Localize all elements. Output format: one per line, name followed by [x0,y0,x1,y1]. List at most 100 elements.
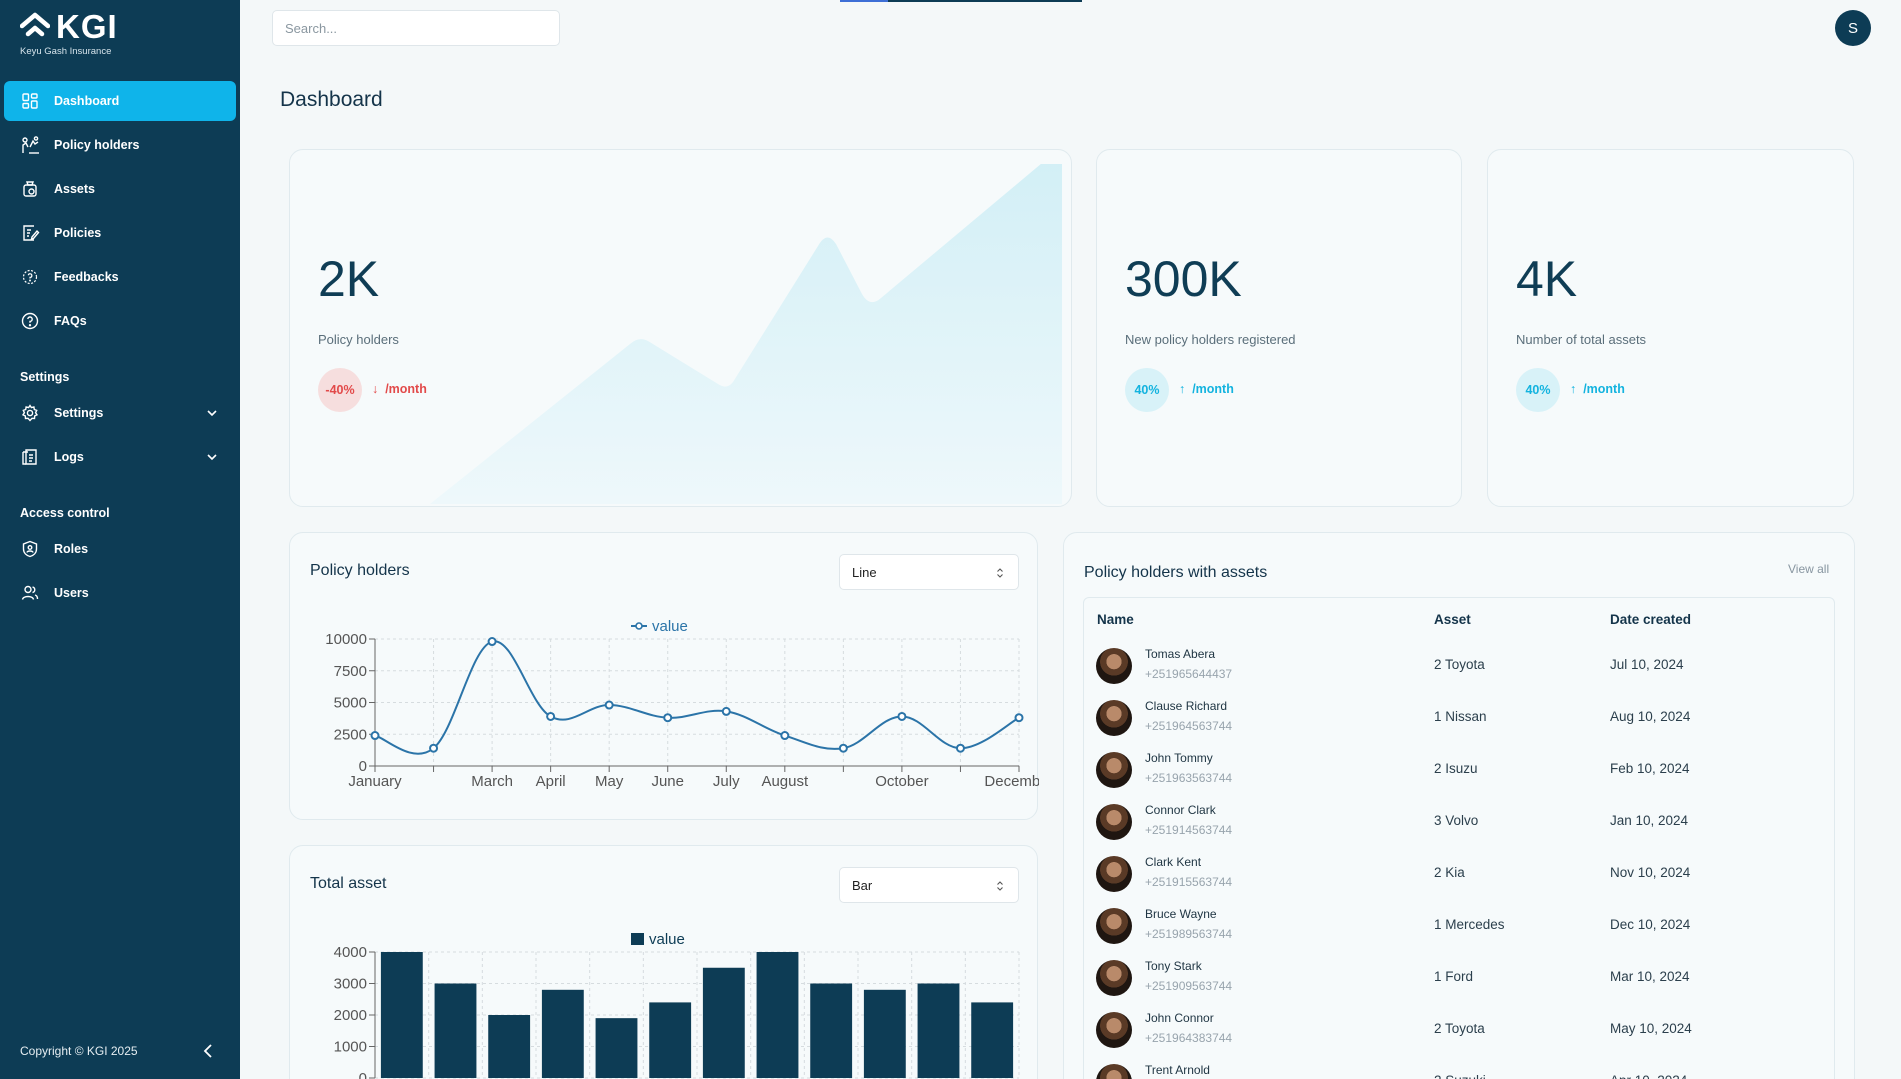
bar [488,1015,531,1078]
bar [649,1002,692,1078]
assets-icon [23,181,37,197]
date-cell: Apr 10, 2024 [1610,1073,1687,1079]
sidebar-item-label: Feedbacks [54,270,119,284]
search-input[interactable] [272,10,560,46]
legend-label: value [649,931,685,948]
asset-cell: 1 Nissan [1434,709,1487,724]
x-tick-label: June [651,773,684,790]
sidebar-item-policies[interactable]: Policies [4,213,236,253]
user-avatar[interactable]: S [1835,10,1871,46]
bar-chart: 0 1000 2000 3000 4000 value [334,931,1020,1079]
avatar [1096,856,1132,892]
avatar [1096,1064,1132,1079]
brand-name: KGI [56,8,118,45]
data-point [604,700,614,710]
asset-cell: 2 Suzuki [1434,1073,1486,1079]
holder-phone: +251914563744 [1145,823,1233,837]
date-cell: Dec 10, 2024 [1610,917,1691,932]
data-point [955,743,965,753]
y-tick-label: 5000 [334,695,367,712]
collapse-sidebar-icon[interactable] [198,1040,218,1062]
bar [380,952,423,1078]
page-loading-bar [840,0,1082,2]
date-cell: May 10, 2024 [1610,1021,1692,1036]
trend-indicator: ↓ /month [372,382,427,396]
table-row[interactable]: Clark Kent +251915563744 2 Kia Nov 10, 2024 [1084,851,1834,903]
table-row[interactable]: Connor Clark +251914563744 3 Volvo Jan 10, … [1084,799,1834,851]
bar [541,989,584,1078]
sidebar-item-label: Policies [54,226,102,240]
sidebar-item-label: Assets [54,182,95,196]
table-row[interactable]: Trent Arnold 2 Suzuki Apr 10, 2024 [1084,1059,1834,1079]
sidebar-item-faqs[interactable]: FAQs [4,301,236,341]
trend-indicator: ↑ /month [1570,382,1625,396]
bar [756,952,799,1078]
holder-phone: +251915563744 [1145,875,1233,889]
sidebar-item-label: FAQs [54,314,87,328]
sidebar-item-settings[interactable]: Settings [4,393,236,433]
y-tick-label: 0 [359,1070,367,1079]
settings-section-heading: Settings [20,370,70,384]
policies-icon [23,225,40,241]
logs-icon [22,449,37,465]
holder-name: Tony Stark [1145,959,1202,973]
sidebar-item-logs[interactable]: Logs [4,437,236,477]
bar [595,1018,638,1078]
change-badge: 40% [1516,368,1560,412]
x-tick-label: May [595,773,624,790]
asset-cell: 2 Toyota [1434,657,1485,672]
stat-value: 300K [1125,251,1242,307]
asset-cell: 2 Kia [1434,865,1465,880]
trend-period: /month [1583,382,1625,396]
trend-period: /month [385,382,427,396]
view-all-link[interactable]: View all [1788,562,1829,576]
brand-logo[interactable]: KGI Keyu Gash Insurance [20,10,200,58]
holder-name: John Tommy [1145,751,1213,765]
avatar [1096,908,1132,944]
policy-holders-chart-card: Policy holders Line 0 2500 5000 7500 10000 Ja… [289,532,1039,820]
table-row[interactable]: Bruce Wayne +251989563744 1 Mercedes Dec 10… [1084,903,1834,955]
holder-name: John Connor [1145,1011,1214,1025]
holder-name: Trent Arnold [1145,1063,1210,1077]
avatar [1096,752,1132,788]
sidebar-item-feedbacks[interactable]: Feedbacks [4,257,236,297]
trend-indicator: ↑ /month [1179,382,1234,396]
data-point [663,713,673,723]
decorative-area-chart [430,164,1062,504]
bar [863,989,906,1078]
table-row[interactable]: John Tommy +251963563744 2 Isuzu Feb 10, 20… [1084,747,1834,799]
table-row[interactable]: John Connor +251964383744 2 Toyota May 10, … [1084,1007,1834,1059]
data-point [429,743,439,753]
y-tick-label: 7500 [334,663,367,680]
arrow-down-icon: ↓ [372,382,379,396]
x-tick-label: October [875,773,928,790]
change-badge: 40% [1125,368,1169,412]
x-tick-label: March [471,773,513,790]
column-header-date: Date created [1610,612,1692,627]
sidebar-item-label: Logs [54,450,84,464]
change-badge: -40% [318,368,362,412]
sidebar-item-users[interactable]: Users [4,573,236,613]
sidebar-item-roles[interactable]: Roles [4,529,236,569]
y-tick-label: 1000 [334,1039,367,1056]
table-row[interactable]: Tomas Abera +251965644437 2 Toyota Jul 10, … [1084,643,1834,695]
column-header-name: Name [1097,612,1134,627]
stat-label: Number of total assets [1516,332,1647,347]
asset-cell: 3 Volvo [1434,813,1479,828]
sidebar-item-assets[interactable]: Assets [4,169,236,209]
chevron-down-icon [207,454,217,461]
table-row[interactable]: Tony Stark +251909563744 1 Ford Mar 10, 202… [1084,955,1834,1007]
stat-label: New policy holders registered [1125,332,1296,347]
y-tick-label: 2500 [334,726,367,743]
y-tick-label: 10000 [325,631,367,648]
asset-cell: 1 Ford [1434,969,1474,984]
holder-name: Tomas Abera [1145,647,1216,661]
chevron-down-icon [207,410,217,417]
holder-phone: +251965644437 [1145,667,1233,681]
sidebar-item-dashboard[interactable]: Dashboard [4,81,236,121]
dashboard-icon [22,93,38,109]
sidebar-item-policy-holders[interactable]: Policy holders [4,125,236,165]
table-row[interactable]: Clause Richard +251964563744 1 Nissan Aug 1… [1084,695,1834,747]
holder-name: Clark Kent [1145,855,1202,869]
series-line [374,640,1020,755]
